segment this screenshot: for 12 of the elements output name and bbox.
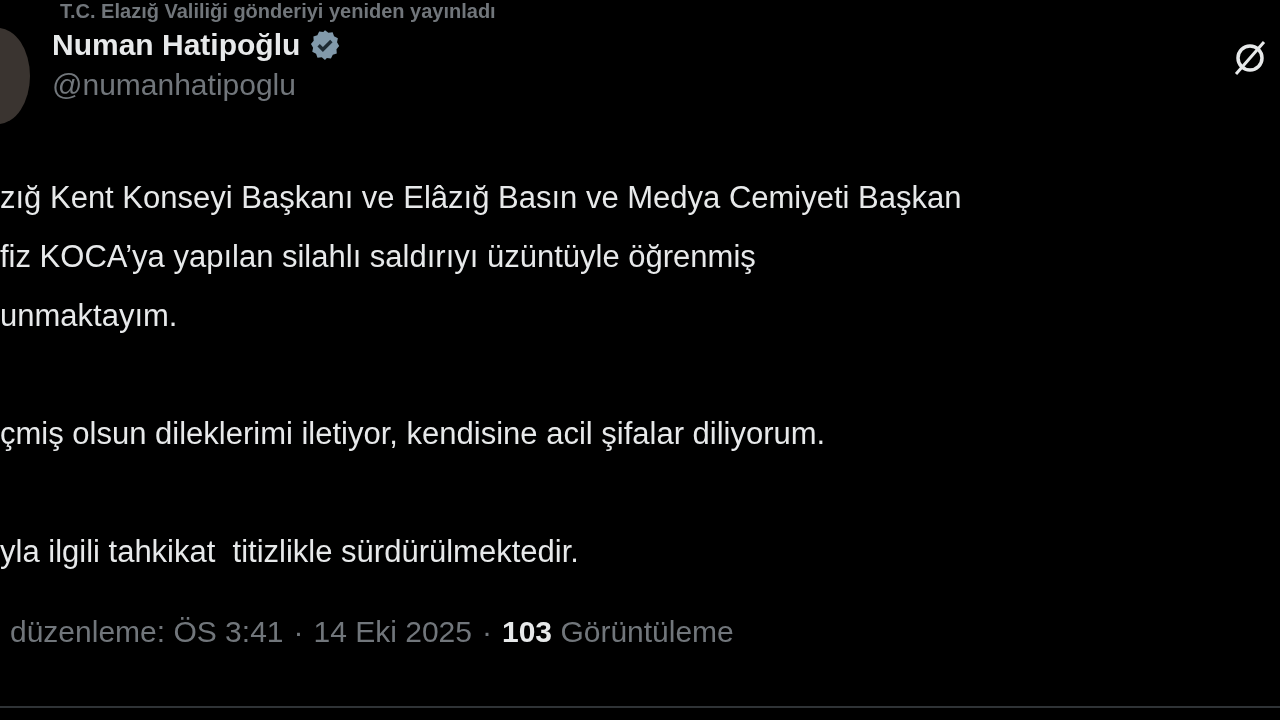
tweet-paragraph: zığ Kent Konseyi Başkanı ve Elâzığ Basın ve Medya Cemiyeti Başkan fiz KOCA’ya yapılan silahlı saldırıyı üzüntüyle öğrenmiş unmaktayım. bbox=[0, 179, 963, 335]
author-name[interactable]: Numan Hatipoğlu bbox=[52, 28, 301, 62]
edited-time[interactable]: düzenleme: ÖS 3:41 bbox=[10, 615, 284, 649]
repost-note: T.C. Elazığ Valiliği gönderiyi yeniden yayınladı bbox=[60, 0, 497, 24]
post-date[interactable]: 14 Eki 2025 bbox=[313, 615, 472, 649]
separator-dot: · bbox=[481, 615, 492, 649]
view-count: 103 bbox=[501, 615, 553, 648]
views-label: Görüntüleme bbox=[560, 615, 734, 648]
separator-dot: · bbox=[293, 615, 304, 649]
tweet-paragraph: çmiş olsun dileklerimi iletiyor, kendisine acil şifalar diliyorum. bbox=[0, 415, 827, 453]
tweet-paragraph: yla ilgili tahkikat titizlikle sürdürülmektedir. bbox=[0, 533, 580, 571]
author-handle[interactable]: @numanhatipoglu bbox=[52, 68, 1208, 102]
